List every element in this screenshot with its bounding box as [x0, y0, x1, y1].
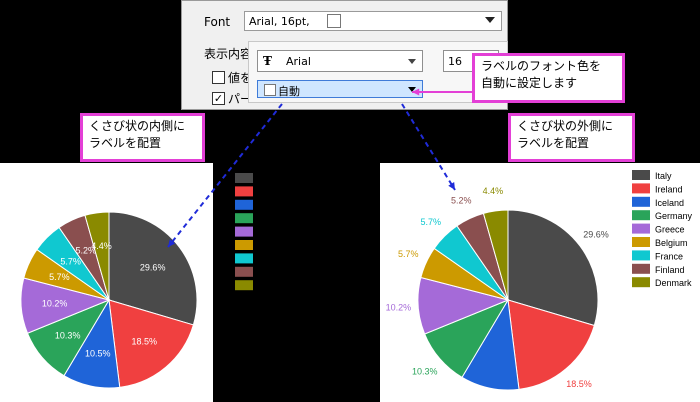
- legend-swatch: [632, 183, 650, 194]
- legend-label: France: [258, 254, 286, 264]
- data-label: 5.7%: [49, 272, 70, 282]
- arrow-to-outside-labels: [401, 103, 456, 191]
- arrow-to-font-color-head: [412, 88, 420, 96]
- data-label: 10.3%: [412, 367, 438, 377]
- data-label: 4.4%: [91, 241, 112, 251]
- legend-swatch: [235, 253, 253, 264]
- data-label: 10.5%: [85, 348, 111, 358]
- legend-label: Denmark: [655, 278, 692, 288]
- legend-label: Denmark: [258, 281, 295, 291]
- legend-label: Greece: [655, 225, 685, 235]
- stage: Font Arial, 16pt, 表示内容 値を ✓ パー Ŧ Arial 1…: [0, 0, 700, 402]
- legend-swatch: [632, 277, 650, 288]
- data-label: 29.6%: [140, 262, 166, 272]
- legend-swatch: [235, 226, 253, 237]
- data-label: 5.7%: [60, 256, 81, 266]
- data-label: 29.6%: [583, 229, 609, 239]
- legend-swatch: [632, 263, 650, 274]
- legend-label: Belgium: [655, 238, 688, 248]
- chart-overlay: 29.6% 18.5% 10.5% 10.3% 10.2% 5.7% 5.7% 5.2% 4.4…: [20, 88, 693, 391]
- legend-label: Finland: [655, 265, 685, 275]
- data-label: 4.4%: [483, 186, 504, 196]
- legend-swatch: [235, 186, 253, 197]
- data-label: 5.2%: [451, 196, 472, 206]
- legend-swatch: [235, 240, 253, 250]
- legend-label: Iceland: [258, 201, 287, 211]
- legend-swatch: [632, 196, 650, 207]
- legend-swatch: [235, 266, 253, 277]
- data-label: 18.5%: [566, 379, 592, 389]
- legend-swatch: [632, 237, 650, 247]
- legend-label: Italy: [655, 171, 672, 181]
- legend-swatch: [235, 173, 253, 183]
- data-label: 5.7%: [420, 217, 441, 227]
- data-label: 18.5%: [132, 337, 158, 347]
- legend-label: Iceland: [655, 198, 684, 208]
- legend-swatch: [632, 210, 650, 221]
- legend-swatch: [632, 250, 650, 261]
- legend-swatch: [235, 199, 253, 210]
- legend-swatch: [235, 213, 253, 224]
- legend-swatch: [632, 223, 650, 234]
- legend-label: Italy: [258, 174, 275, 184]
- legend-swatch: [632, 170, 650, 180]
- legend-label: Germany: [655, 211, 693, 221]
- legend-label: Germany: [258, 214, 296, 224]
- legend-label: Greece: [258, 228, 288, 238]
- data-label: 10.3%: [55, 331, 81, 341]
- data-label: 5.7%: [398, 249, 419, 259]
- legend-label: Finland: [258, 268, 288, 278]
- legend-label: France: [655, 251, 683, 261]
- legend-swatch: [235, 280, 253, 291]
- legend-label: Ireland: [655, 184, 683, 194]
- legend-label: Ireland: [258, 187, 286, 197]
- legend-label: Belgium: [258, 241, 291, 251]
- data-label: 10.2%: [42, 299, 68, 309]
- data-label: 10.2%: [386, 302, 412, 312]
